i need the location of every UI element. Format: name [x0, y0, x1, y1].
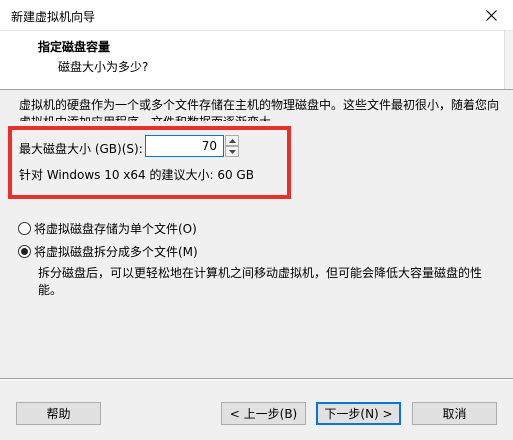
split-description: 拆分磁盘后，可以更轻松地在计算机之间移动虚拟机，但可能会降低大容量磁盘的性能。: [38, 266, 483, 297]
title-bar: 新建虚拟机向导: [0, 0, 513, 31]
radio-split-files-label: 将虚拟磁盘拆分成多个文件(M): [34, 244, 198, 259]
page-title: 指定磁盘容量: [38, 40, 111, 54]
disk-size-input[interactable]: [145, 135, 224, 157]
help-button[interactable]: 帮助: [16, 402, 101, 425]
radio-button[interactable]: [18, 221, 31, 235]
arrow-up-icon: [228, 138, 236, 143]
recommended-size-text: 针对 Windows 10 x64 的建议大小: 60 GB: [19, 168, 254, 182]
close-button[interactable]: [469, 0, 513, 30]
page-subtitle: 磁盘大小为多少?: [58, 60, 149, 74]
radio-selected-dot: [21, 247, 28, 255]
close-icon: [485, 9, 497, 21]
disk-description: 虚拟机的硬盘作为一个或多个文件存储在主机的物理磁盘中。这些文件最初很小，随着您向…: [19, 98, 499, 121]
wizard-header: 指定磁盘容量 磁盘大小为多少?: [0, 31, 513, 90]
radio-single-file[interactable]: 将虚拟磁盘存储为单个文件(O): [18, 220, 197, 236]
radio-button[interactable]: [18, 244, 31, 258]
disk-size-label: 最大磁盘大小 (GB)(S):: [19, 142, 143, 156]
window-title: 新建虚拟机向导: [11, 10, 96, 24]
radio-single-file-label: 将虚拟磁盘存储为单个文件(O): [34, 221, 197, 236]
disk-size-stepper[interactable]: [145, 135, 241, 157]
footer-divider: [0, 378, 513, 380]
header-scrollbar: [504, 31, 513, 89]
increment-button[interactable]: [225, 135, 239, 146]
cancel-button[interactable]: 取消: [412, 402, 497, 425]
decrement-button[interactable]: [225, 146, 239, 157]
arrow-down-icon: [228, 149, 236, 154]
next-button[interactable]: 下一步(N) >: [316, 402, 401, 425]
radio-split-files[interactable]: 将虚拟磁盘拆分成多个文件(M): [18, 243, 198, 259]
back-button[interactable]: < 上一步(B): [221, 402, 306, 425]
